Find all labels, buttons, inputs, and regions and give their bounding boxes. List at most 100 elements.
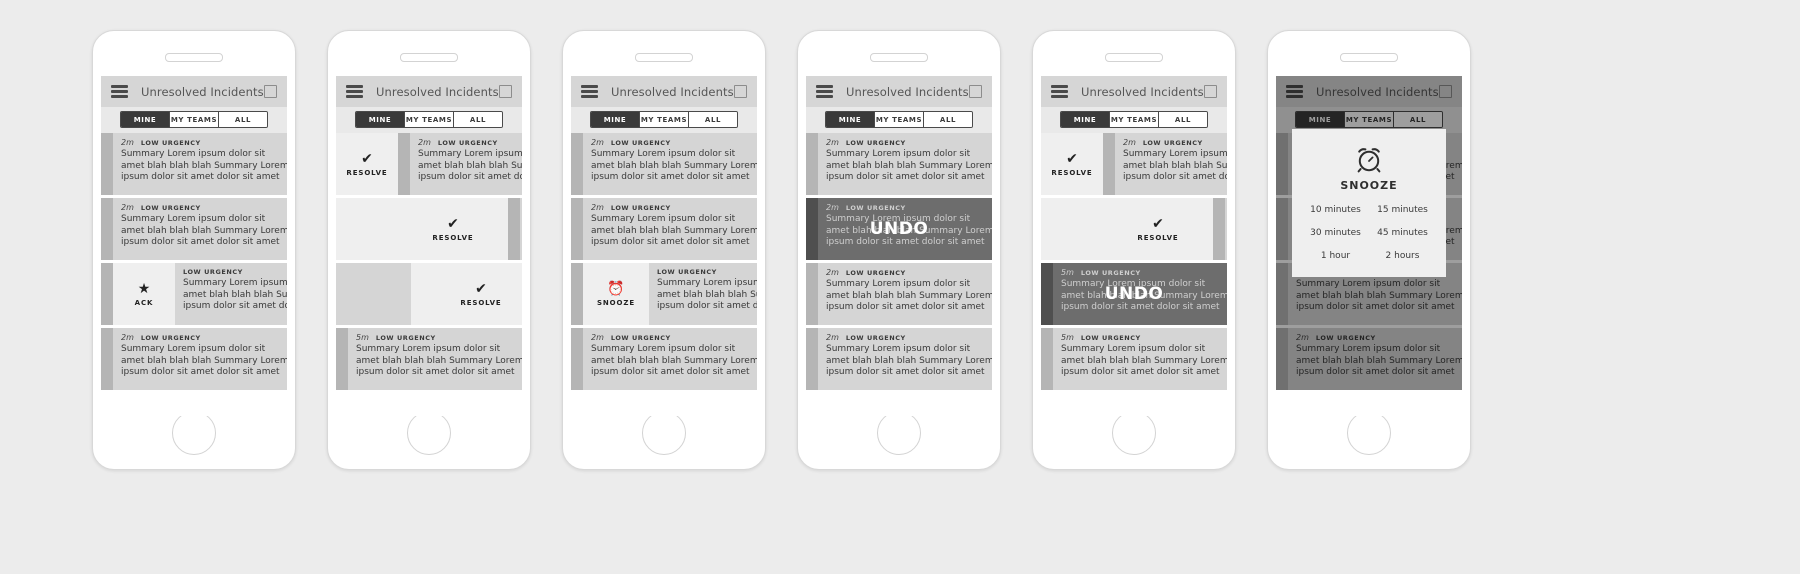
resolve-button[interactable]: ✔ RESOLVE [422, 198, 484, 260]
phone-home-button[interactable] [172, 411, 216, 455]
phone-home-button[interactable] [1112, 411, 1156, 455]
snooze-option-2-hours[interactable]: 2 hours [1369, 251, 1436, 261]
table-row[interactable]: ✔ RESOLVE 2m LOW URGENCY Summary Lorem i… [336, 133, 522, 195]
tab-mine[interactable]: MINE [356, 112, 405, 127]
urgency-gutter [1276, 328, 1288, 390]
tab-mine[interactable]: MINE [591, 112, 640, 127]
tab-all[interactable]: ALL [454, 112, 502, 127]
incident-card[interactable]: 2m LOW URGENCY Summary Lorem ipsum dolor… [806, 328, 992, 390]
incident-card[interactable]: 2m LOW URGENCY Summary Lorem ipsum dolor… [1103, 133, 1227, 195]
checkbox-square-icon[interactable] [734, 85, 747, 98]
tab-mine[interactable]: MINE [121, 112, 170, 127]
tab-my-teams[interactable]: MY TEAMS [1345, 112, 1394, 127]
incident-card[interactable]: 2m LOW URGENCY Summary Lorem ipsum dolor… [101, 133, 287, 195]
table-row[interactable]: 2m LOW URGENCY Summary Lorem ipsum dolor… [806, 328, 992, 390]
incident-card[interactable]: LOW URGENCY Summary Lorem ipsum dolor si… [175, 263, 287, 325]
table-row[interactable]: ★ ACK 2m LOW URGENCY Summary Lorem ipsum… [101, 133, 287, 195]
tab-all[interactable]: ALL [1394, 112, 1442, 127]
hamburger-icon[interactable] [346, 85, 363, 98]
resolve-action-area[interactable]: ✔ RESOLVE [336, 198, 522, 260]
table-row-undo[interactable]: 5m LOW URGENCY Summary Lorem ipsum dolor… [1041, 263, 1227, 325]
snooze-option-45-minutes[interactable]: 45 minutes [1369, 228, 1436, 238]
resolve-label: RESOLVE [346, 168, 388, 177]
table-row[interactable]: ⏰ SNOOZE LOW URGENCY Summary Lorem ipsum… [571, 263, 757, 325]
tab-my-teams[interactable]: MY TEAMS [875, 112, 924, 127]
table-row[interactable]: 2m LOW URGENCY Summary Lorem ipsum dolor… [571, 328, 757, 390]
table-row[interactable]: 2m LOW URGENCY Summary Lorem ipsum dolor… [806, 133, 992, 195]
incident-card[interactable]: 5m LOW URGENCY Summary Lorem ipsum dolor… [336, 328, 522, 390]
resolve-button[interactable]: ✔ RESOLVE [336, 133, 398, 195]
incident-line-3: ipsum dolor sit amet dolor sit amet [1296, 302, 1455, 312]
snooze-option-10-minutes[interactable]: 10 minutes [1302, 205, 1369, 215]
checkbox-square-icon[interactable] [969, 85, 982, 98]
table-row[interactable]: ✔ RESOLVE 2m LOW URGENCY Summary Lorem i… [1041, 133, 1227, 195]
incident-body: 2m LOW URGENCY Summary Lorem ipsum dolor… [1115, 133, 1227, 195]
phone-home-button[interactable] [407, 411, 451, 455]
checkbox-square-icon[interactable] [1204, 85, 1217, 98]
tab-all[interactable]: ALL [689, 112, 737, 127]
resolve-button[interactable]: ✔ RESOLVE [1127, 198, 1189, 260]
incident-card[interactable]: 2m LOW URGENCY Summary Lorem ipsum dolor… [398, 133, 522, 195]
table-row[interactable]: ⏰ SNOOZE 2m LOW URGENCY Summary Lorem ip… [571, 133, 757, 195]
snooze-option-15-minutes[interactable]: 15 minutes [1369, 205, 1436, 215]
incident-card[interactable]: 2m LOW URGENCY Summary Lorem ipsum dolor… [101, 328, 287, 390]
resolve-button[interactable]: ✔ RESOLVE [1041, 133, 1103, 195]
incident-card[interactable]: 2m LOW URGENCY Summary Lorem ipsum dolor… [101, 198, 287, 260]
hamburger-icon[interactable] [1051, 85, 1068, 98]
resolve-button[interactable]: ✔ RESOLVE [446, 263, 516, 325]
incident-card[interactable]: 2m LOW URGENCY Summary Lorem ipsum dolor… [1276, 328, 1462, 390]
table-row[interactable]: 5m LOW URGENCY Summary Lorem ipsum dolor… [336, 328, 522, 390]
incident-card[interactable]: 2m LOW URGENCY Summary Lorem ipsum dolor… [571, 328, 757, 390]
checkbox-square-icon[interactable] [264, 85, 277, 98]
table-row[interactable]: ★ ACK LOW URGENCY Summary Lorem ipsum do… [101, 263, 287, 325]
incident-card[interactable]: 2m LOW URGENCY Summary Lorem ipsum dolor… [571, 133, 757, 195]
table-row-undo[interactable]: 2m LOW URGENCY Summary Lorem ipsum dolor… [806, 198, 992, 260]
tab-mine[interactable]: MINE [826, 112, 875, 127]
phone-home-button[interactable] [642, 411, 686, 455]
tab-all[interactable]: ALL [219, 112, 267, 127]
table-row[interactable]: ★ ACK 2m LOW URGENCY Summary Lorem ipsum… [101, 198, 287, 260]
tab-mine[interactable]: MINE [1296, 112, 1345, 127]
hamburger-icon[interactable] [816, 85, 833, 98]
incident-card[interactable]: 2m LOW URGENCY Summary Lorem ipsum dolor… [806, 133, 992, 195]
tab-my-teams[interactable]: MY TEAMS [170, 112, 219, 127]
ack-button[interactable]: ★ ACK [113, 263, 175, 325]
table-row[interactable]: 2m LOW URGENCY Summary Lorem ipsum dolor… [806, 263, 992, 325]
phone-home-button[interactable] [877, 411, 921, 455]
phone-home-button[interactable] [1347, 411, 1391, 455]
incident-line-1: Summary Lorem ipsum dolor sit [657, 278, 757, 288]
table-row[interactable]: 5m LOW URGENCY Summary Lorem ipsum dolor… [1041, 328, 1227, 390]
incident-body: 2m LOW URGENCY Summary Lorem ipsum dolor… [410, 133, 522, 195]
hamburger-icon[interactable] [1286, 85, 1303, 98]
hamburger-icon[interactable] [581, 85, 598, 98]
tab-my-teams[interactable]: MY TEAMS [640, 112, 689, 127]
tab-my-teams[interactable]: MY TEAMS [405, 112, 454, 127]
table-row[interactable]: ✔ RESOLVE 2m LOW URGENCY Summary Lorem i… [336, 198, 522, 260]
incident-card[interactable]: 5m LOW URGENCY Summary Lorem ipsum dolor… [1041, 263, 1227, 325]
tab-all[interactable]: ALL [924, 112, 972, 127]
checkbox-square-icon[interactable] [499, 85, 512, 98]
table-row[interactable]: 2m LOW URGENCY Summary Lorem ipsum dolor… [101, 328, 287, 390]
incident-card[interactable]: 2m LOW URGENCY Summary Lorem ipsum dolor… [1213, 198, 1227, 260]
incident-card[interactable]: 2m LOW URGENCY Summary Lorem ipsum dolor… [571, 198, 757, 260]
checkbox-square-icon[interactable] [1439, 85, 1452, 98]
incident-card[interactable]: 2m LOW URGENCY Summary Lorem ipsum dolor… [806, 198, 992, 260]
tab-all[interactable]: ALL [1159, 112, 1207, 127]
hamburger-icon[interactable] [111, 85, 128, 98]
incident-card[interactable]: LOW URGENCY Summary Lorem ipsum dolor si… [649, 263, 757, 325]
segmented-control: MINE MY TEAMS ALL [571, 107, 757, 133]
snooze-button[interactable]: ⏰ SNOOZE [583, 263, 649, 325]
table-row[interactable]: ⏰ SNOOZE 2m LOW URGENCY Summary Lorem ip… [571, 198, 757, 260]
snooze-option-1-hour[interactable]: 1 hour [1302, 251, 1369, 261]
incident-card[interactable]: 5m LOW URGENCY Summary Lorem ipsum dolor… [1041, 328, 1227, 390]
tab-my-teams[interactable]: MY TEAMS [1110, 112, 1159, 127]
tab-mine[interactable]: MINE [1061, 112, 1110, 127]
table-row[interactable]: ✔ RESOLVE 2m LOW URGENCY Summary Lorem i… [1041, 198, 1227, 260]
incident-card[interactable]: 2m LOW URGENCY Summary Lorem ipsum dolor… [806, 263, 992, 325]
table-row[interactable]: ✔ RESOLVE [336, 263, 522, 325]
resolve-action-area[interactable]: ✔ RESOLVE [1041, 198, 1227, 260]
app-bar: Unresolved Incidents [806, 76, 992, 107]
incident-card[interactable]: 2m LOW URGENCY Summary Lorem ipsum dolor… [508, 198, 522, 260]
table-row[interactable]: 2m LOW URGENCY Summary Lorem ipsum dolor… [1276, 328, 1462, 390]
snooze-option-30-minutes[interactable]: 30 minutes [1302, 228, 1369, 238]
